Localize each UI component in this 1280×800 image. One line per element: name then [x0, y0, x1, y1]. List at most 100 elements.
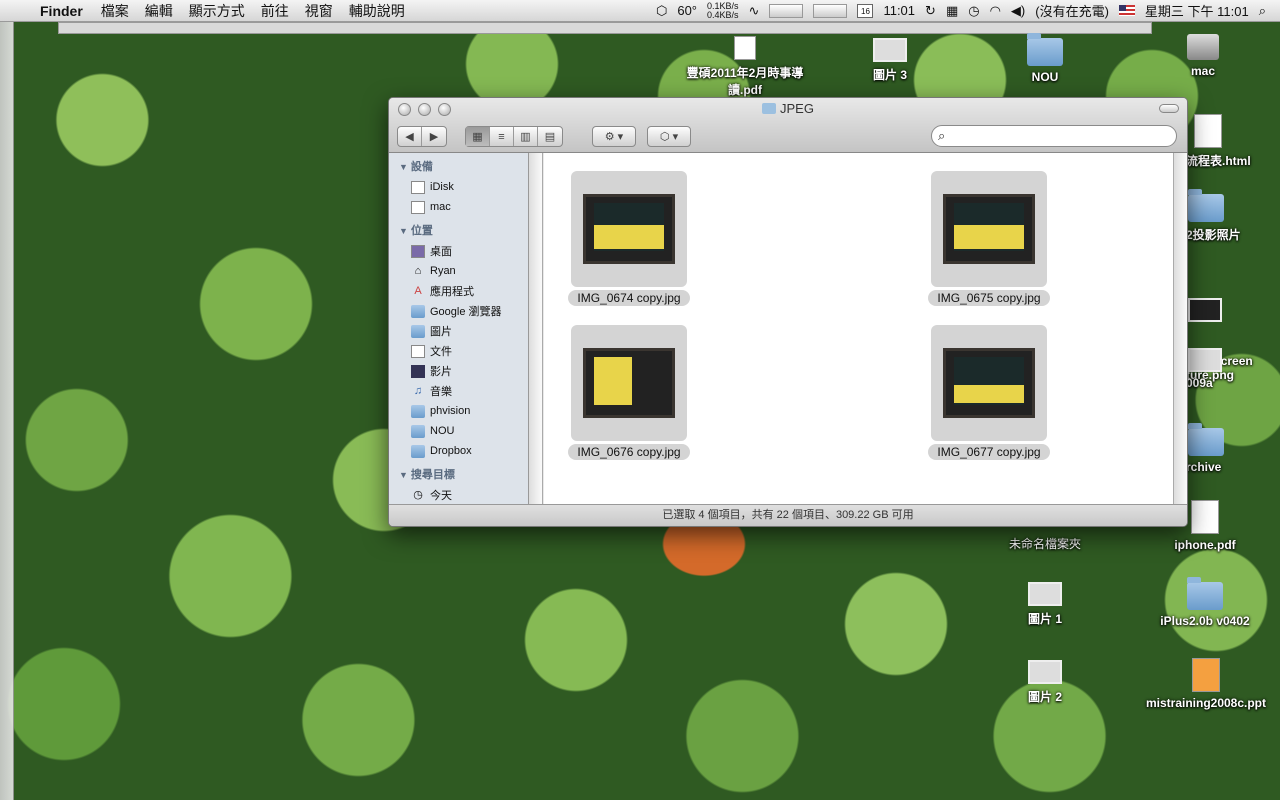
calendar-icon[interactable]: 16 [857, 3, 874, 18]
clock-small[interactable]: 11:01 [883, 3, 915, 18]
folder-icon [762, 103, 777, 114]
back-button[interactable]: ◀ [398, 127, 422, 146]
desktop-item-nou[interactable]: NOU [1010, 33, 1080, 84]
battery-status[interactable]: (沒有在充電) [1035, 1, 1109, 20]
sidebar: ▼ 設備 iDisk mac ▼ 位置 桌面 ⌂ Ryan A 應用程式 Google … [389, 153, 529, 506]
datetime[interactable]: 星期三 下午 11:01 [1145, 1, 1249, 20]
desktop-icon [411, 244, 425, 258]
desktop-item-label: 圖片 2 [1027, 690, 1062, 704]
forward-button[interactable]: ▶ [422, 127, 446, 146]
sync-icon[interactable]: ↻ [925, 3, 936, 19]
sidebar-item-dropbox[interactable]: Dropbox [389, 441, 528, 461]
pictures-icon [411, 324, 425, 338]
dropbox-icon [411, 444, 425, 458]
desktop-item-pdf[interactable]: 豐碩2011年2月時事導讀.pdf [680, 36, 810, 98]
search-icon: ⌕ [938, 128, 946, 143]
sidebar-item-idisk[interactable]: iDisk [389, 177, 528, 197]
desktop-item-archive[interactable]: rchive [1186, 423, 1266, 474]
file-item[interactable]: IMG_0675 copy.jpg [924, 171, 1054, 307]
folder-icon [1188, 423, 1224, 456]
file-item[interactable]: IMG_0676 copy.jpg [564, 325, 694, 461]
desktop-item-ppt[interactable]: mistraining2008c.ppt [1136, 658, 1276, 710]
sidebar-item-nou[interactable]: NOU [389, 421, 528, 441]
folder-icon [411, 404, 425, 418]
time-machine-icon[interactable]: ◷ [968, 3, 979, 19]
image-file-icon [1188, 298, 1222, 322]
sidebar-item-music[interactable]: ♫ 音樂 [389, 381, 528, 401]
jpeg-thumbnail [943, 194, 1035, 264]
spotlight-icon[interactable]: ⌕ [1259, 3, 1266, 19]
dropbox-menu-button[interactable]: ⬡ ▾ [647, 126, 691, 147]
sidebar-item-applications[interactable]: A 應用程式 [389, 281, 528, 301]
documents-icon [411, 344, 425, 358]
desktop-item-photos[interactable]: 2投影照片 [1186, 189, 1266, 243]
clock-icon: ◷ [413, 488, 423, 501]
content-scrollbar[interactable] [1173, 153, 1187, 506]
menu-go[interactable]: 前往 [261, 1, 289, 21]
network-monitor[interactable]: 0.1KB/s 0.4KB/s [707, 1, 739, 20]
ppt-file-icon [1192, 658, 1220, 692]
desktop-item-2009a[interactable]: 009a [1186, 348, 1266, 390]
sidebar-item-desktop[interactable]: 桌面 [389, 241, 528, 261]
input-source-flag-icon[interactable] [1118, 5, 1135, 16]
search-field[interactable]: ⌕ [931, 125, 1177, 147]
desktop-item-mac[interactable]: mac [1168, 34, 1238, 78]
toolbar-toggle-button[interactable] [1159, 104, 1179, 113]
harddisk-icon [411, 200, 425, 214]
desktop-item-pic1[interactable]: 圖片 1 [1010, 582, 1080, 627]
desktop-item-iplus[interactable]: iPlus2.0b v0402 [1150, 577, 1260, 628]
sidebar-item-phvision[interactable]: phvision [389, 401, 528, 421]
sidebar-item-google-browser[interactable]: Google 瀏覽器 [389, 301, 528, 321]
desktop-item-label: 2投影照片 [1186, 228, 1241, 242]
memory-meter[interactable] [813, 3, 848, 18]
wifi-icon[interactable]: ◠ [990, 3, 1001, 19]
desktop-item-html[interactable]: 流程表.html [1186, 114, 1266, 169]
sidebar-item-documents[interactable]: 文件 [389, 341, 528, 361]
network-down: 0.4KB/s [707, 9, 739, 20]
window-titlebar[interactable]: JPEG ◀ ▶ ▦ ≡ ▥ ▤ ⚙ ▾ ⬡ ▾ ⌕ [389, 98, 1187, 153]
sidebar-item-today[interactable]: ◷ 今天 [389, 485, 528, 505]
menu-app-finder[interactable]: Finder [40, 3, 83, 19]
menu-view[interactable]: 顯示方式 [189, 1, 245, 21]
desktop-item-label: 圖片 3 [872, 68, 907, 82]
sidebar-item-pictures[interactable]: 圖片 [389, 321, 528, 341]
folder-icon [1027, 33, 1063, 66]
sidebar-item-movies[interactable]: 影片 [389, 361, 528, 381]
nav-buttons: ◀ ▶ [397, 126, 447, 147]
file-item[interactable]: IMG_0674 copy.jpg [564, 171, 694, 307]
cpu-meter[interactable] [769, 3, 804, 18]
sidebar-section-places[interactable]: ▼ 位置 [389, 217, 528, 241]
icon-view-button[interactable]: ▦ [466, 127, 490, 146]
music-icon: ♫ [413, 384, 423, 397]
desktop-item-label: 009a [1186, 376, 1213, 390]
desktop-item-label: iPlus2.0b v0402 [1160, 614, 1250, 628]
desktop-item-pic3[interactable]: 圖片 3 [855, 38, 925, 83]
folder-icon [411, 304, 425, 318]
menu-window[interactable]: 視窗 [305, 1, 333, 21]
sidebar-item-home[interactable]: ⌂ Ryan [389, 261, 528, 281]
menu-edit[interactable]: 編輯 [145, 1, 173, 21]
column-view-button[interactable]: ▥ [514, 127, 538, 146]
temperature-readout[interactable]: 60° [677, 3, 697, 18]
folder-icon [1187, 577, 1223, 610]
file-name: IMG_0675 copy.jpg [928, 290, 1050, 306]
volume-icon[interactable]: ◀) [1011, 3, 1025, 19]
menu-file[interactable]: 檔案 [101, 1, 129, 21]
image-file-icon [1028, 582, 1062, 606]
sidebar-item-mac[interactable]: mac [389, 197, 528, 217]
sidebar-section-search[interactable]: ▼ 搜尋目標 [389, 461, 528, 485]
sidebar-section-devices[interactable]: ▼ 設備 [389, 153, 528, 177]
desktop-item-pic2[interactable]: 圖片 2 [1010, 660, 1080, 705]
list-view-button[interactable]: ≡ [490, 127, 514, 146]
dropbox-menu-icon[interactable]: ⬡ [656, 3, 667, 19]
home-icon: ⌂ [414, 264, 422, 277]
desktop-item-label: 豐碩2011年2月時事導讀.pdf [686, 66, 804, 97]
spaces-icon[interactable]: ▦ [946, 3, 958, 19]
menu-help[interactable]: 輔助說明 [349, 1, 405, 21]
file-item[interactable]: IMG_0677 copy.jpg [924, 325, 1054, 461]
sidebar-scrollbar[interactable] [529, 153, 543, 506]
coverflow-view-button[interactable]: ▤ [538, 127, 562, 146]
activity-graph-icon[interactable]: ∿ [749, 3, 760, 19]
desktop-item-label: 未命名檔案夾 [1008, 537, 1081, 551]
action-menu-button[interactable]: ⚙ ▾ [592, 126, 636, 147]
